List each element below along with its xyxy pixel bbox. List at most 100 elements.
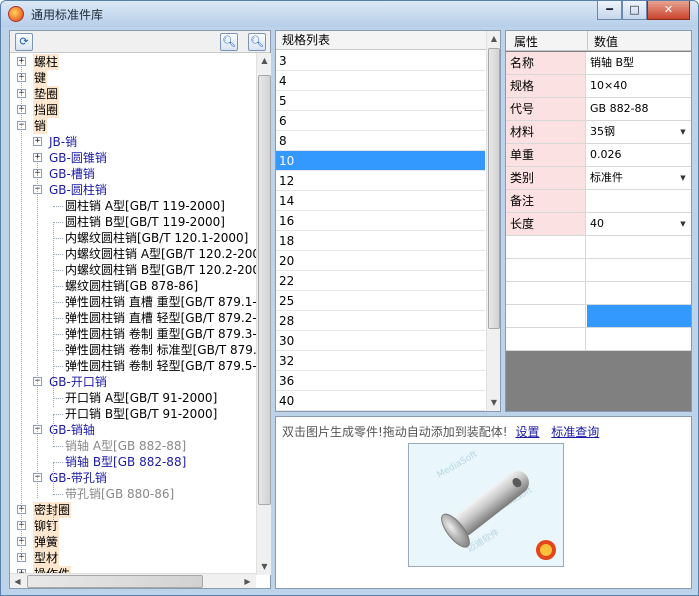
standard-query-link[interactable]: 标准查询: [551, 425, 599, 439]
tree-node-label: GB-带孔销: [49, 471, 107, 485]
tree-node-label: 开口销 A型[GB/T 91-2000]: [65, 391, 218, 405]
property-row[interactable]: 规格 10×40: [506, 75, 691, 98]
spec-list-item[interactable]: 5: [276, 91, 485, 111]
tree-node-label: 销轴 B型[GB 882-88]: [65, 455, 187, 469]
part-preview-image[interactable]: MediaSoft MediaSoft 迈迪软件: [408, 443, 564, 567]
minimize-button[interactable]: ━: [597, 1, 622, 20]
tree-connector: [53, 414, 63, 415]
property-value[interactable]: GB 882-88: [587, 98, 691, 120]
property-value[interactable]: 40: [587, 213, 691, 235]
property-row[interactable]: 名称 销轴 B型: [506, 52, 691, 75]
tree-node-label: 垫圈: [33, 86, 60, 102]
tree-connector: [53, 334, 63, 335]
tree-node-label: 内螺纹圆柱销[GB/T 120.1-2000]: [65, 231, 249, 245]
chevron-down-icon[interactable]: ▼: [677, 171, 689, 185]
property-value[interactable]: 35钢: [587, 121, 691, 143]
spec-list-item[interactable]: 4: [276, 71, 485, 91]
category-tree[interactable]: + 螺柱 + 键 + 垫圈 + 挡圈 − 销 + JB-销 + GB-圆锥销 + GB-槽销 − GB-圆柱销 圆柱…: [10, 53, 256, 573]
tree-connector: [53, 206, 63, 207]
expand-icon[interactable]: +: [33, 137, 42, 146]
chevron-down-icon[interactable]: ▼: [677, 217, 689, 231]
spec-list-item[interactable]: 12: [276, 171, 485, 191]
settings-link[interactable]: 设置: [515, 425, 539, 439]
tree-node-label: GB-开口销: [49, 375, 107, 389]
magnifier-next-icon[interactable]: 🔍︎: [248, 33, 266, 51]
scroll-thumb[interactable]: [258, 75, 271, 505]
scroll-down-icon[interactable]: ▼: [257, 559, 272, 574]
preview-panel: 双击图片生成零件!拖动自动添加到装配体! 设置 标准查询 MediaSoft 迈…: [275, 416, 692, 589]
empty-value-cell: [587, 328, 691, 350]
scroll-up-icon[interactable]: ▲: [487, 31, 501, 46]
empty-key-cell: [506, 236, 586, 258]
property-value[interactable]: 10×40: [587, 75, 691, 97]
property-value[interactable]: [587, 190, 691, 212]
property-row[interactable]: 长度 40 ▼: [506, 213, 691, 236]
refresh-icon[interactable]: ⟳: [15, 33, 33, 51]
scroll-thumb-horizontal[interactable]: [27, 575, 203, 588]
empty-key-cell: [506, 259, 586, 281]
title-bar[interactable]: 通用标准件库 ━ □ ✕: [1, 1, 698, 27]
property-row[interactable]: 类别 标准件 ▼: [506, 167, 691, 190]
spec-list-item[interactable]: 3: [276, 51, 485, 71]
spec-list-item[interactable]: 6: [276, 111, 485, 131]
scroll-left-icon[interactable]: ◀: [10, 574, 25, 589]
tree-horizontal-scrollbar[interactable]: ◀ ▶: [10, 573, 256, 588]
tree-node-label: GB-圆锥销: [49, 151, 107, 165]
scroll-down-icon[interactable]: ▼: [487, 395, 501, 410]
tree-node-label: 挡圈: [33, 102, 60, 118]
tree-connector: [53, 302, 63, 303]
spec-list-item[interactable]: 10: [276, 151, 485, 171]
tree-node-label: 弹性圆柱销 卷制 标准型[GB/T 879.4-2000]: [65, 343, 256, 357]
spec-list-item[interactable]: 22: [276, 271, 485, 291]
spec-list-item[interactable]: 25: [276, 291, 485, 311]
spec-list-item[interactable]: 40: [276, 391, 485, 411]
property-row[interactable]: 代号 GB 882-88: [506, 98, 691, 121]
pin-3d-image: MediaSoft MediaSoft 迈迪软件: [436, 449, 556, 560]
property-value[interactable]: 0.026: [587, 144, 691, 166]
spec-list-item[interactable]: 36: [276, 371, 485, 391]
spec-list-item[interactable]: 20: [276, 251, 485, 271]
property-key: 长度: [506, 213, 586, 235]
spec-list-item[interactable]: 32: [276, 351, 485, 371]
empty-value-cell: [587, 259, 691, 281]
scroll-up-icon[interactable]: ▲: [257, 53, 272, 68]
spec-list-item[interactable]: 18: [276, 231, 485, 251]
empty-key-cell: [506, 328, 586, 350]
property-value[interactable]: 销轴 B型: [587, 52, 691, 74]
spec-list-item[interactable]: 16: [276, 211, 485, 231]
close-button[interactable]: ✕: [647, 1, 690, 20]
chevron-down-icon[interactable]: ▼: [677, 125, 689, 139]
tree-node-label: 铆钉: [33, 518, 60, 534]
maximize-button[interactable]: □: [622, 1, 647, 20]
tree-connector: [53, 318, 63, 319]
spec-list-panel: 规格列表 3 4 5 6 8 10 12 14 16 18 20 22 25 28 30 32 36 40 ▲ ▼: [275, 30, 501, 412]
property-row[interactable]: 备注: [506, 190, 691, 213]
tree-node-label: 内螺纹圆柱销 A型[GB/T 120.2-2000]: [65, 247, 256, 261]
spec-list-item[interactable]: 30: [276, 331, 485, 351]
empty-key-cell: [506, 282, 586, 304]
property-value[interactable]: 标准件: [587, 167, 691, 189]
window-title: 通用标准件库: [31, 8, 104, 22]
property-key: 规格: [506, 75, 586, 97]
tree-node-label: 操作件: [33, 566, 72, 573]
scroll-right-icon[interactable]: ▶: [240, 574, 255, 589]
app-logo-icon: [8, 6, 24, 22]
property-row[interactable]: 单重 0.026: [506, 144, 691, 167]
tree-connector: [53, 494, 63, 495]
tree-connector: [53, 446, 63, 447]
empty-property-row: [506, 305, 691, 328]
spec-list-item[interactable]: 14: [276, 191, 485, 211]
scroll-thumb[interactable]: [488, 48, 500, 329]
tree-connector: [53, 350, 63, 351]
tree-node-label: 弹性圆柱销 直槽 轻型[GB/T 879.2-2000]: [65, 311, 256, 325]
spec-vertical-scrollbar[interactable]: ▲ ▼: [486, 31, 500, 411]
value-column-header: 数值: [594, 35, 619, 49]
tree-connector: [53, 398, 63, 399]
tree-node-label: 型材: [33, 550, 60, 566]
tree-vertical-scrollbar[interactable]: ▲ ▼: [256, 53, 271, 575]
tree-node-label: 销轴 A型[GB 882-88]: [65, 439, 187, 453]
property-row[interactable]: 材料 35钢 ▼: [506, 121, 691, 144]
spec-list-item[interactable]: 8: [276, 131, 485, 151]
magnifier-icon[interactable]: 🔍︎: [220, 33, 238, 51]
spec-list-item[interactable]: 28: [276, 311, 485, 331]
